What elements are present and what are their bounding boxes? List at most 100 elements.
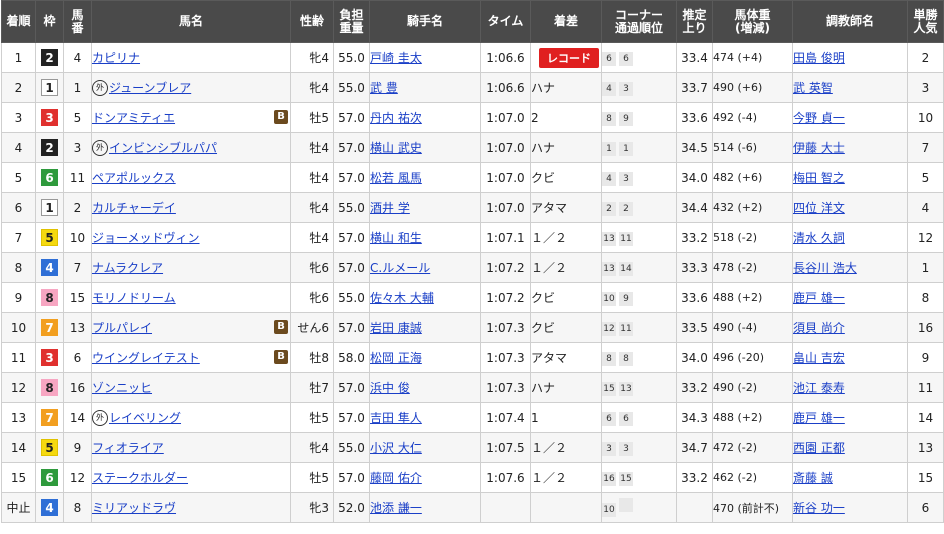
trainer-link[interactable]: 今野 貞一 — [794, 111, 845, 125]
jockey-link[interactable]: 松岡 正海 — [371, 351, 422, 365]
rank-cell: 2 — [1, 72, 36, 103]
horse-cell: プルパレイ B — [91, 312, 291, 343]
pop-cell: 11 — [907, 372, 944, 403]
horse-link[interactable]: モリノドリーム — [93, 291, 176, 305]
rank-cell: 6 — [1, 192, 36, 223]
horse-link[interactable]: ウイングレイテスト — [93, 351, 200, 365]
weight-cell: 57.0 — [333, 372, 370, 403]
waku-cell: 5 — [35, 222, 64, 253]
corner-pos-1: 16 — [602, 471, 616, 486]
jockey-link[interactable]: 松若 風馬 — [371, 171, 422, 185]
jockey-link[interactable]: 武 豊 — [371, 81, 398, 95]
margin-cell: ハナ — [530, 372, 602, 403]
margin-text: ハナ — [531, 381, 556, 395]
horse-link[interactable]: カピリナ — [93, 51, 141, 65]
bodyweight-cell: 488 (+2) — [712, 402, 793, 433]
trainer-link[interactable]: 西園 正都 — [794, 441, 845, 455]
jockey-link[interactable]: 藤岡 佑介 — [371, 471, 422, 485]
margin-text: ハナ — [531, 81, 556, 95]
weight-cell: 57.0 — [333, 462, 370, 493]
bodyweight-cell: 490 (+6) — [712, 72, 793, 103]
weight-cell: 55.0 — [333, 192, 370, 223]
trainer-link[interactable]: 池江 泰寿 — [794, 381, 845, 395]
table-row: 12 8 16 ゾンニッヒ 牡7 57.0 浜中 俊 1:07.3 ハナ 15 13 33.2 490 … — [1, 372, 944, 403]
corner-pos-1: 10 — [602, 291, 616, 306]
jockey-cell: 丹内 祐次 — [369, 102, 481, 133]
umaban-cell: 11 — [63, 162, 92, 193]
last3f-cell: 33.4 — [676, 42, 713, 73]
margin-text: 1 — [531, 410, 539, 425]
trainer-link[interactable]: 清水 久詞 — [794, 231, 845, 245]
jockey-cell: 横山 和生 — [369, 222, 481, 253]
horse-link[interactable]: プルパレイ — [93, 321, 153, 335]
horse-link[interactable]: インビンシブルパパ — [109, 141, 217, 155]
trainer-link[interactable]: 四位 洋文 — [794, 201, 845, 215]
jockey-link[interactable]: 横山 和生 — [371, 231, 422, 245]
umaban-cell: 13 — [63, 312, 92, 343]
rank-cell: 3 — [1, 102, 36, 133]
jockey-cell: 藤岡 佑介 — [369, 462, 481, 493]
horse-link[interactable]: ゾンニッヒ — [93, 381, 153, 395]
horse-link[interactable]: ジューンブレア — [109, 81, 191, 95]
header-umaban: 馬 番 — [63, 0, 92, 43]
jockey-link[interactable]: 横山 武史 — [371, 141, 422, 155]
horse-link[interactable]: ナムラクレア — [93, 261, 164, 275]
horse-link[interactable]: ドンアミティエ — [93, 111, 176, 125]
trainer-link[interactable]: 武 英智 — [794, 81, 833, 95]
pop-cell: 1 — [907, 252, 944, 283]
jockey-cell: 岩田 康誠 — [369, 312, 481, 343]
table-row: 11 3 6 ウイングレイテスト B 牡8 58.0 松岡 正海 1:07.3 アタマ 8 8 34.0… — [1, 342, 944, 373]
horse-link[interactable]: レイベリング — [109, 411, 181, 425]
trainer-cell: 畠山 吉宏 — [792, 342, 908, 373]
jockey-link[interactable]: 浜中 俊 — [371, 381, 410, 395]
last3f-cell: 33.6 — [676, 282, 713, 313]
trainer-cell: 斎藤 誠 — [792, 462, 908, 493]
waku-cell: 8 — [35, 372, 64, 403]
jockey-link[interactable]: 酒井 学 — [371, 201, 410, 215]
trainer-link[interactable]: 伊藤 大士 — [794, 141, 845, 155]
trainer-cell: 須貝 尚介 — [792, 312, 908, 343]
waku-badge: 8 — [41, 379, 58, 396]
waku-cell: 1 — [35, 72, 64, 103]
margin-text: アタマ — [531, 201, 568, 215]
horse-link[interactable]: ステークホルダー — [93, 471, 189, 485]
jockey-link[interactable]: C.ルメール — [371, 261, 431, 275]
horse-link[interactable]: ミリアッドラヴ — [93, 501, 177, 515]
trainer-link[interactable]: 鹿戸 雄一 — [794, 291, 845, 305]
jockey-link[interactable]: 戸崎 圭太 — [371, 51, 422, 65]
trainer-link[interactable]: 斎藤 誠 — [794, 471, 833, 485]
jockey-link[interactable]: 小沢 大仁 — [371, 441, 422, 455]
jockey-link[interactable]: 丹内 祐次 — [371, 111, 422, 125]
jockey-link[interactable]: 池添 謙一 — [371, 501, 422, 515]
trainer-link[interactable]: 梅田 智之 — [794, 171, 845, 185]
waku-badge: 1 — [41, 199, 58, 216]
sexage-cell: 牝4 — [290, 432, 334, 463]
last3f-cell: 34.0 — [676, 342, 713, 373]
waku-cell: 2 — [35, 42, 64, 73]
waku-cell: 6 — [35, 462, 64, 493]
jockey-link[interactable]: 岩田 康誠 — [371, 321, 422, 335]
trainer-link[interactable]: 田島 俊明 — [794, 51, 845, 65]
pop-cell: 8 — [907, 282, 944, 313]
horse-link[interactable]: カルチャーデイ — [93, 201, 176, 215]
horse-cell: ステークホルダー — [91, 462, 291, 493]
horse-link[interactable]: ジョーメッドヴィン — [93, 231, 200, 245]
trainer-link[interactable]: 須貝 尚介 — [794, 321, 845, 335]
corner-cell: 66 — [601, 402, 677, 433]
horse-link[interactable]: ペアポルックス — [93, 171, 176, 185]
bodyweight-cell: 490 (-4) — [712, 312, 793, 343]
umaban-cell: 9 — [63, 432, 92, 463]
trainer-link[interactable]: 長谷川 浩大 — [794, 261, 857, 275]
header-margin: 着差 — [530, 0, 602, 43]
weight-cell: 55.0 — [333, 282, 370, 313]
horse-link[interactable]: フィオライア — [93, 441, 164, 455]
pop-cell: 7 — [907, 132, 944, 163]
weight-cell: 57.0 — [333, 402, 370, 433]
rank-cell: 7 — [1, 222, 36, 253]
jockey-link[interactable]: 佐々木 大輔 — [371, 291, 434, 305]
margin-text: クビ — [531, 171, 556, 185]
jockey-link[interactable]: 吉田 隼人 — [371, 411, 422, 425]
trainer-link[interactable]: 畠山 吉宏 — [794, 351, 845, 365]
trainer-link[interactable]: 新谷 功一 — [794, 501, 845, 515]
trainer-link[interactable]: 鹿戸 雄一 — [794, 411, 845, 425]
